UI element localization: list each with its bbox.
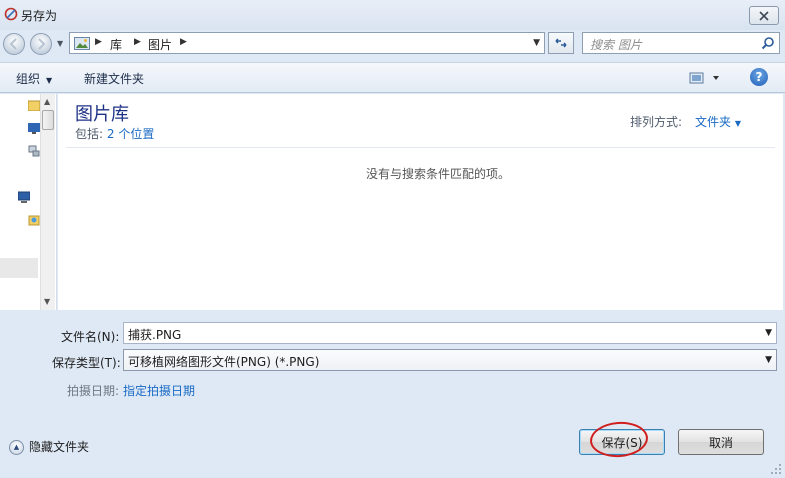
command-bar: 组织 ▼ 新建文件夹 ? [0,62,785,93]
filetype-select[interactable]: 可移植网络图形文件(PNG) (*.PNG) ▼ [123,349,777,371]
address-dropdown-icon[interactable]: ▼ [533,38,540,48]
save-as-app-icon [4,7,18,21]
forward-button[interactable] [30,33,52,55]
back-button[interactable] [3,33,25,55]
computer-icon[interactable] [18,191,30,203]
hide-folders-label: 隐藏文件夹 [29,440,90,454]
breadcrumb-separator-icon[interactable]: ▶ [180,37,187,47]
title-bar: 另存为 [0,0,785,30]
navigation-pane[interactable]: ▲ ▼ [0,94,57,310]
arrange-by-value: 文件夹 [695,115,732,129]
library-includes: 包括: 2 个位置 [75,125,154,142]
homegroup-icon[interactable] [28,214,40,226]
refresh-icon [555,38,567,48]
date-taken-label: 拍摄日期: [67,384,120,398]
date-taken-link[interactable]: 指定拍摄日期 [123,382,195,399]
window-title: 另存为 [21,9,58,23]
navigation-bar: ▼ ▶ 库 ▶ 图片 ▶ ▼ 搜索 图片 [0,30,785,56]
nav-pane-selected-item[interactable] [0,258,38,278]
library-locations-link[interactable]: 2 个位置 [107,127,154,141]
scroll-down-icon[interactable]: ▼ [44,297,50,306]
header-divider [66,147,775,148]
filename-label: 文件名(N): [61,330,120,344]
filetype-dropdown-icon[interactable]: ▼ [765,355,772,365]
recent-locations-dropdown-icon[interactable]: ▼ [57,39,67,49]
hide-folders-toggle[interactable]: ▲ 隐藏文件夹 [9,438,89,455]
chevron-up-icon: ▲ [9,440,24,455]
network-icon[interactable] [28,145,40,157]
breadcrumb-pictures[interactable]: 图片 [148,36,172,53]
close-icon [759,10,769,21]
view-mode-icon [689,72,719,84]
save-button[interactable]: 保存(S) [579,429,665,455]
change-view-button[interactable] [688,70,726,86]
pictures-library-icon [74,37,90,50]
breadcrumb-separator-icon[interactable]: ▶ [134,37,141,47]
scroll-up-icon[interactable]: ▲ [44,97,50,106]
filename-value[interactable]: 捕获.PNG [128,326,181,343]
breadcrumb-separator-icon[interactable]: ▶ [95,37,102,47]
close-button[interactable] [749,6,779,25]
empty-results-message: 没有与搜索条件匹配的项。 [365,167,510,181]
chevron-down-icon: ▼ [734,119,741,128]
scrollbar-thumb[interactable] [42,110,54,130]
arrow-right-icon [38,38,46,50]
address-bar[interactable]: ▶ 库 ▶ 图片 ▶ ▼ [69,32,545,54]
arrow-left-icon [9,38,17,50]
nav-pane-scrollbar[interactable]: ▲ ▼ [40,94,55,310]
chevron-down-icon: ▼ [46,76,53,85]
filetype-value[interactable]: 可移植网络图形文件(PNG) (*.PNG) [128,353,319,370]
search-icon[interactable] [761,36,775,50]
cancel-button[interactable]: 取消 [678,429,764,455]
help-button[interactable]: ? [750,68,768,86]
folder-icon[interactable] [28,99,40,111]
file-list-pane[interactable]: 图片库 包括: 2 个位置 排列方式: 文件夹 ▼ 没有与搜索条件匹配的项。 [58,94,785,310]
search-placeholder: 搜索 图片 [590,38,642,52]
resize-grip-icon[interactable] [770,463,782,475]
organize-label: 组织 [16,72,41,86]
refresh-button[interactable] [548,32,574,54]
arrange-by-dropdown[interactable]: 文件夹 ▼ [695,113,741,130]
organize-button[interactable]: 组织 ▼ [16,70,52,87]
filename-dropdown-icon[interactable]: ▼ [765,328,772,338]
arrange-by-label: 排列方式: [630,115,683,129]
save-form: 文件名(N): 捕获.PNG ▼ 保存类型(T): 可移植网络图形文件(PNG)… [0,311,785,478]
library-title: 图片库 [75,104,129,125]
help-icon: ? [755,70,763,84]
library-includes-label: 包括: [75,127,104,141]
search-input[interactable]: 搜索 图片 [582,32,780,54]
filename-field[interactable]: 捕获.PNG ▼ [123,322,777,344]
breadcrumb-library[interactable]: 库 [110,36,122,53]
filetype-label: 保存类型(T): [52,356,121,370]
desktop-icon[interactable] [28,122,40,134]
new-folder-button[interactable]: 新建文件夹 [84,70,144,87]
